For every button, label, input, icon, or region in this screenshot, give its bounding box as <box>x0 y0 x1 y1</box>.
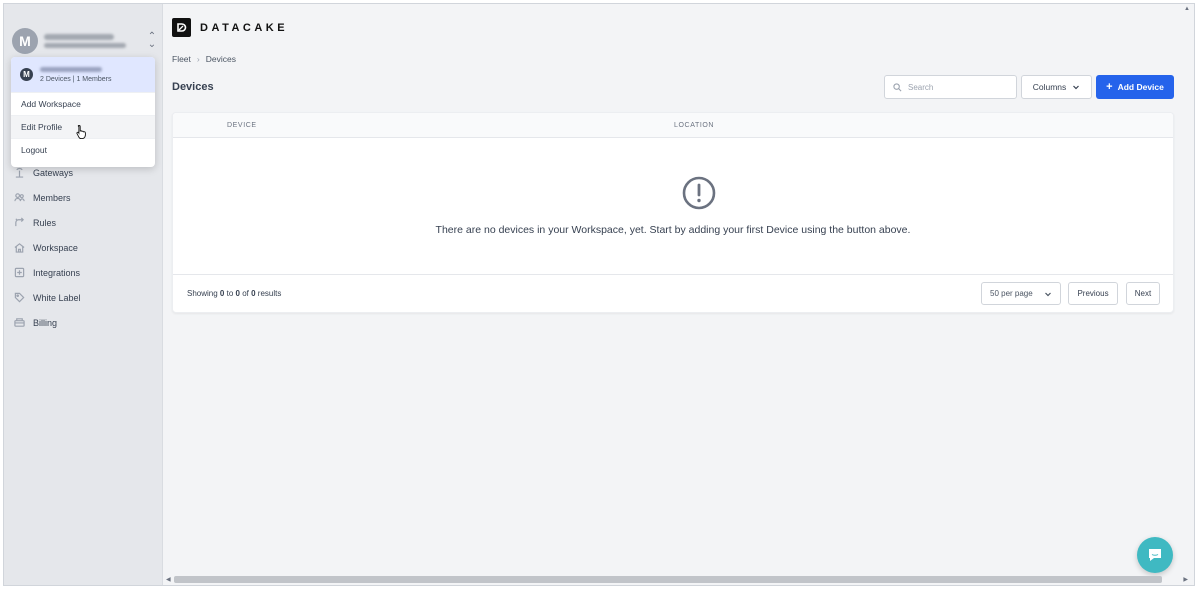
showing-text: Showing <box>187 289 218 298</box>
add-device-button[interactable]: + Add Device <box>1096 75 1174 99</box>
chevron-down-icon <box>1045 292 1051 296</box>
empty-state: There are no devices in your Workspace, … <box>173 138 1173 275</box>
results-summary: Showing 0 to 0 of 0 results <box>187 289 281 298</box>
menu-item-add-workspace[interactable]: Add Workspace <box>11 92 155 115</box>
previous-button[interactable]: Previous <box>1068 282 1118 305</box>
sidebar-item-label: Gateways <box>33 167 74 178</box>
sidebar-item-label: Workspace <box>33 242 78 253</box>
sidebar-item-label: Members <box>33 192 71 203</box>
scroll-left-icon[interactable]: ◀ <box>166 576 171 583</box>
menu-item-logout[interactable]: Logout <box>11 138 155 161</box>
tag-icon <box>13 292 25 304</box>
hand-cursor-icon <box>76 125 86 140</box>
plus-icon: + <box>1106 81 1113 93</box>
main-content: DATACAKE Fleet › Devices Devices Columns… <box>164 4 1194 585</box>
sidebar-item-label: White Label <box>33 292 81 303</box>
add-device-label: Add Device <box>1117 82 1164 92</box>
next-button[interactable]: Next <box>1126 282 1160 305</box>
sidebar: M ⌃ ⌄ Gateways Members Rules Workspace I… <box>4 4 163 585</box>
scroll-up-icon[interactable]: ▲ <box>1184 6 1190 12</box>
to-text: to <box>226 289 234 298</box>
sidebar-nav: Gateways Members Rules Workspace Integra… <box>4 160 162 335</box>
breadcrumb-devices[interactable]: Devices <box>206 54 236 64</box>
breadcrumb: Fleet › Devices <box>172 54 236 64</box>
search-icon <box>893 82 902 91</box>
home-icon <box>13 242 25 254</box>
workspace-meta: 2 Devices | 1 Members <box>40 76 112 83</box>
exclamation-circle-icon <box>682 176 716 210</box>
chevron-updown-icon: ⌃ ⌄ <box>147 31 157 50</box>
chevron-down-icon <box>1073 85 1080 90</box>
users-icon <box>13 192 25 204</box>
gateway-icon <box>13 167 25 179</box>
rules-icon <box>13 217 25 229</box>
sidebar-item-white-label[interactable]: White Label <box>4 285 162 310</box>
sidebar-item-label: Rules <box>33 217 57 228</box>
chat-widget-button[interactable] <box>1137 537 1173 573</box>
user-info-redacted <box>44 31 146 51</box>
of-text: of <box>242 289 249 298</box>
columns-button[interactable]: Columns <box>1021 75 1092 99</box>
workspace-avatar: M <box>20 68 33 81</box>
profile-dropdown-menu: M 2 Devices | 1 Members Add Workspace Ed… <box>11 57 155 167</box>
app-window: M ⌃ ⌄ Gateways Members Rules Workspace I… <box>3 3 1195 586</box>
datacake-logo[interactable]: DATACAKE <box>172 18 288 37</box>
column-header-device[interactable]: DEVICE <box>227 122 257 129</box>
sidebar-item-label: Integrations <box>33 267 81 278</box>
sidebar-item-label: Billing <box>33 317 58 328</box>
logo-mark-icon <box>172 18 191 37</box>
search-input[interactable] <box>908 82 1008 92</box>
per-page-value: 50 per page <box>990 289 1033 298</box>
results-text: results <box>257 289 282 298</box>
sidebar-item-rules[interactable]: Rules <box>4 210 162 235</box>
workspace-name-redacted <box>40 67 102 72</box>
billing-icon <box>13 317 25 329</box>
dropdown-workspace-item[interactable]: M 2 Devices | 1 Members <box>11 57 155 92</box>
integration-icon <box>13 267 25 279</box>
sidebar-item-integrations[interactable]: Integrations <box>4 260 162 285</box>
per-page-select[interactable]: 50 per page <box>981 282 1061 305</box>
breadcrumb-fleet[interactable]: Fleet <box>172 54 191 64</box>
results-total: 0 <box>251 289 256 298</box>
chat-bubble-icon <box>1149 549 1161 561</box>
table-header: DEVICE LOCATION <box>173 113 1173 138</box>
empty-state-message: There are no devices in your Workspace, … <box>435 224 911 236</box>
devices-table: DEVICE LOCATION There are no devices in … <box>172 112 1174 313</box>
column-header-location[interactable]: LOCATION <box>674 122 714 129</box>
results-to: 0 <box>235 289 240 298</box>
sidebar-item-billing[interactable]: Billing <box>4 310 162 335</box>
table-footer: Showing 0 to 0 of 0 results 50 per page … <box>173 275 1173 312</box>
scrollbar-thumb[interactable] <box>174 576 1162 583</box>
scroll-right-icon[interactable]: ▶ <box>1183 576 1188 583</box>
columns-label: Columns <box>1032 82 1067 92</box>
avatar: M <box>12 28 38 54</box>
chevron-right-icon: › <box>196 54 200 64</box>
search-box[interactable] <box>884 75 1017 99</box>
horizontal-scrollbar[interactable]: ◀ ▶ <box>164 575 1188 584</box>
sidebar-item-members[interactable]: Members <box>4 185 162 210</box>
sidebar-item-workspace[interactable]: Workspace <box>4 235 162 260</box>
page-title: Devices <box>172 81 214 93</box>
workspace-switcher[interactable]: M ⌃ ⌄ <box>12 26 158 56</box>
results-from: 0 <box>219 289 225 298</box>
logo-text: DATACAKE <box>200 21 289 34</box>
